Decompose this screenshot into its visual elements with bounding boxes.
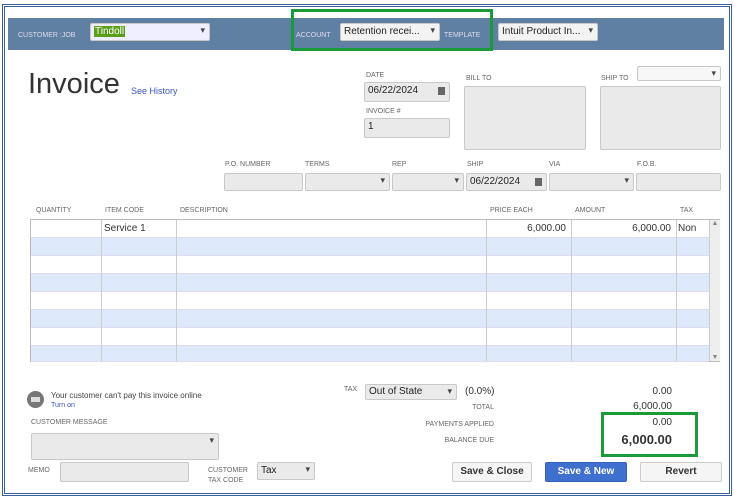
- via-select[interactable]: [549, 173, 634, 191]
- col-header-tax: TAX: [680, 207, 694, 214]
- fob-label: F.O.B.: [637, 161, 657, 168]
- see-history-link[interactable]: See History: [131, 86, 178, 96]
- line-items-table: Service 1 6,000.00 6,000.00 Non ▲ ▼: [30, 219, 720, 362]
- ship-date-field[interactable]: 06/22/2024: [466, 173, 547, 191]
- via-label: VIA: [549, 161, 561, 168]
- table-row[interactable]: [31, 310, 709, 328]
- highlight-box-account: [291, 9, 493, 51]
- terms-label: TERMS: [305, 161, 330, 168]
- col-header-amount: AMOUNT: [575, 207, 606, 214]
- ship-to-field[interactable]: [600, 86, 721, 150]
- payments-applied-label: PAYMENTS APPLIED: [425, 421, 494, 428]
- divider: [676, 220, 677, 361]
- credit-card-icon: [27, 391, 44, 408]
- customer-job-value: Tindoll: [94, 26, 126, 37]
- online-payment-message: Your customer can't pay this invoice onl…: [51, 391, 202, 400]
- total-amount: 6,000.00: [633, 401, 672, 412]
- table-row[interactable]: [31, 346, 709, 362]
- total-label: TOTAL: [472, 404, 494, 411]
- table-scrollbar[interactable]: ▲ ▼: [709, 220, 720, 361]
- scroll-down-icon[interactable]: ▼: [710, 354, 720, 361]
- rep-label: REP: [392, 161, 407, 168]
- bill-to-field[interactable]: [464, 86, 586, 150]
- ship-label: SHIP: [467, 161, 484, 168]
- table-row[interactable]: [31, 256, 709, 274]
- col-header-item-code: ITEM CODE: [105, 207, 144, 214]
- customer-job-select[interactable]: Tindoll: [90, 23, 210, 41]
- page-title: Invoice: [28, 68, 120, 100]
- memo-field[interactable]: [60, 462, 189, 482]
- calendar-icon[interactable]: [535, 178, 542, 186]
- tax-code-value: Tax: [261, 465, 277, 476]
- tax-rate: (0.0%): [465, 386, 495, 397]
- customer-message-label: CUSTOMER MESSAGE: [31, 419, 108, 426]
- col-header-description: DESCRIPTION: [180, 207, 228, 214]
- bill-to-label: BILL TO: [466, 75, 492, 82]
- tax-amount: 0.00: [652, 386, 672, 397]
- invoice-number-value: 1: [368, 121, 374, 132]
- save-close-button[interactable]: Save & Close: [452, 462, 532, 482]
- tax-item-select[interactable]: Out of State: [365, 384, 457, 400]
- cell-item-code[interactable]: Service 1: [104, 223, 146, 234]
- table-row[interactable]: [31, 328, 709, 346]
- fob-field[interactable]: [636, 173, 721, 191]
- revert-button[interactable]: Revert: [640, 462, 722, 482]
- date-value: 06/22/2024: [368, 85, 419, 96]
- customer-tax-code-label-2: TAX CODE: [208, 477, 244, 484]
- date-label: DATE: [366, 72, 385, 79]
- ship-to-select[interactable]: [637, 66, 721, 81]
- date-field[interactable]: 06/22/2024: [364, 82, 450, 102]
- table-row[interactable]: [31, 238, 709, 256]
- tax-label: TAX: [344, 386, 358, 393]
- scroll-up-icon[interactable]: ▲: [710, 220, 720, 227]
- template-value: Intuit Product In...: [502, 26, 581, 37]
- po-number-field[interactable]: [224, 173, 303, 191]
- col-header-price-each: PRICE EACH: [490, 207, 533, 214]
- cell-amount[interactable]: 6,000.00: [571, 223, 671, 234]
- terms-select[interactable]: [305, 173, 390, 191]
- cell-price-each[interactable]: 6,000.00: [486, 223, 566, 234]
- invoice-number-field[interactable]: 1: [364, 118, 450, 138]
- highlight-box-balance: [601, 412, 698, 457]
- col-header-quantity: QUANTITY: [36, 207, 72, 214]
- rep-select[interactable]: [392, 173, 464, 191]
- table-row[interactable]: [31, 274, 709, 292]
- divider: [486, 220, 487, 361]
- customer-tax-code-label: CUSTOMER: [208, 467, 248, 474]
- memo-label: MEMO: [28, 467, 50, 474]
- balance-due-label: BALANCE DUE: [444, 437, 494, 444]
- cell-tax[interactable]: Non: [678, 223, 696, 234]
- table-row[interactable]: [31, 292, 709, 310]
- customer-message-select[interactable]: [31, 433, 219, 460]
- template-select[interactable]: Intuit Product In...: [498, 23, 598, 41]
- divider: [571, 220, 572, 361]
- customer-job-label: CUSTOMER :JOB: [18, 32, 76, 39]
- divider: [176, 220, 177, 361]
- ship-to-label: SHIP TO: [601, 75, 629, 82]
- table-row[interactable]: Service 1 6,000.00 6,000.00 Non: [31, 220, 709, 238]
- save-new-button[interactable]: Save & New: [545, 462, 627, 482]
- po-number-label: P.O. NUMBER: [225, 161, 271, 168]
- divider: [101, 220, 102, 361]
- invoice-number-label: INVOICE #: [366, 108, 401, 115]
- customer-tax-code-select[interactable]: Tax: [257, 462, 315, 480]
- calendar-icon[interactable]: [438, 87, 445, 95]
- ship-date-value: 06/22/2024: [470, 176, 521, 187]
- tax-item-value: Out of State: [369, 386, 423, 397]
- turn-on-link[interactable]: Turn on: [51, 402, 75, 409]
